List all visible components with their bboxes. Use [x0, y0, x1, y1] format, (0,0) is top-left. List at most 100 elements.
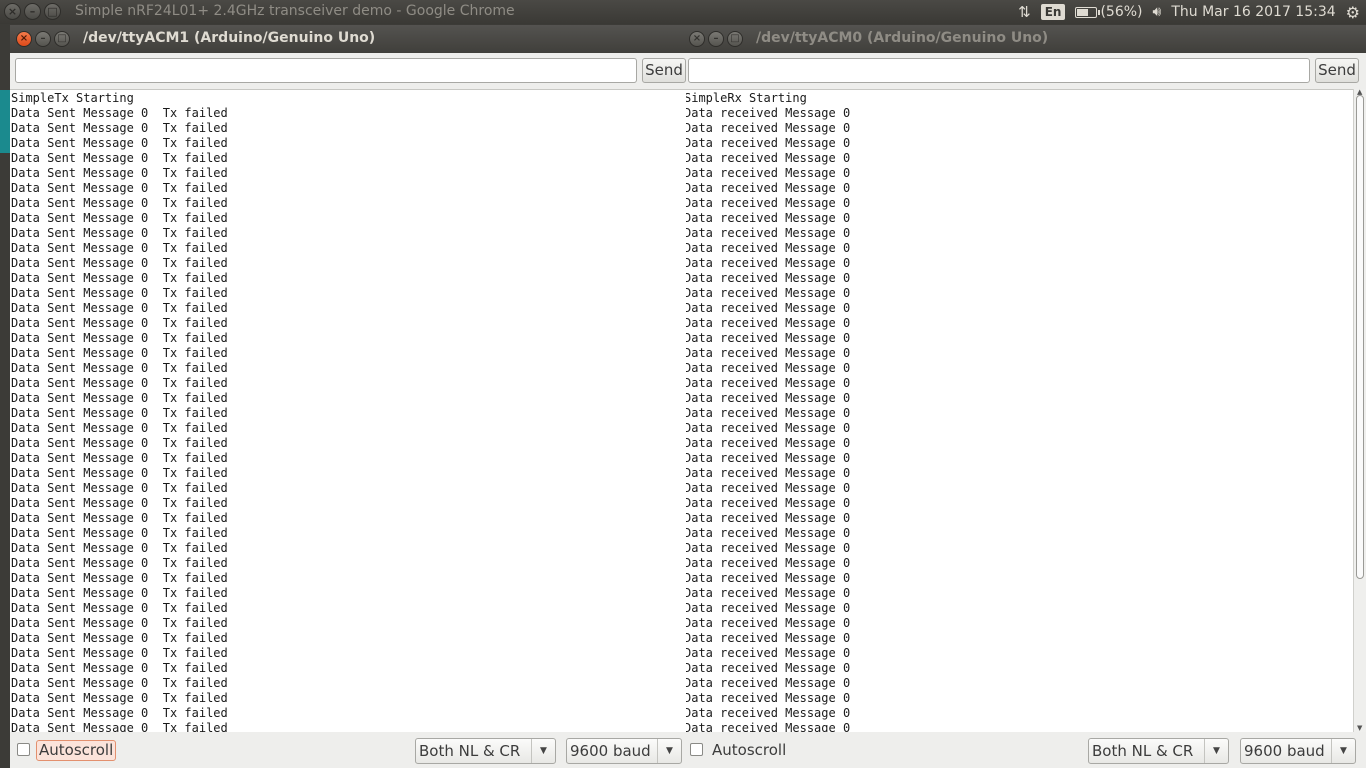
output-line: Data Sent Message 0 Tx failed — [11, 466, 228, 480]
speaker-icon[interactable]: 🔊︎ — [1153, 4, 1162, 20]
output-line: Data received Message 0 — [684, 121, 851, 135]
chevron-down-icon: ▼ — [1331, 739, 1355, 763]
output-line: Data Sent Message 0 Tx failed — [11, 451, 228, 465]
output-line: Data received Message 0 — [684, 196, 851, 210]
gear-icon[interactable]: ⚙ — [1346, 3, 1360, 22]
output-line: Data Sent Message 0 Tx failed — [11, 196, 228, 210]
output-line: Data received Message 0 — [684, 526, 851, 540]
autoscroll-checkbox[interactable] — [17, 743, 30, 756]
line-ending-value: Both NL & CR — [419, 742, 521, 760]
autoscroll-label[interactable]: Autoscroll — [709, 740, 789, 761]
output-line: Data Sent Message 0 Tx failed — [11, 481, 228, 495]
battery-percent-label: (56%) — [1100, 4, 1143, 20]
send-row: Send — [683, 55, 1366, 85]
maximize-icon[interactable]: □ — [727, 31, 743, 47]
vertical-scrollbar[interactable]: ▲ ▼ — [1353, 88, 1366, 732]
output-line: Data received Message 0 — [684, 421, 851, 435]
autoscroll-label[interactable]: Autoscroll — [36, 740, 117, 761]
minimize-icon[interactable]: – — [708, 31, 724, 47]
network-arrows-icon[interactable]: ⇅ — [1018, 3, 1031, 21]
output-line: Data Sent Message 0 Tx failed — [11, 226, 228, 240]
output-line: Data received Message 0 — [684, 376, 851, 390]
output-line: Data received Message 0 — [684, 391, 851, 405]
output-line: Data Sent Message 0 Tx failed — [11, 391, 228, 405]
output-line: Data Sent Message 0 Tx failed — [11, 376, 228, 390]
output-line: Data Sent Message 0 Tx failed — [11, 331, 228, 345]
output-line: Data Sent Message 0 Tx failed — [11, 706, 228, 720]
output-line: Data Sent Message 0 Tx failed — [11, 166, 228, 180]
window-controls: × – □ — [689, 31, 743, 47]
output-line: Data Sent Message 0 Tx failed — [11, 496, 228, 510]
keyboard-language-indicator[interactable]: En — [1040, 4, 1066, 20]
system-top-bar: × – □ Simple nRF24L01+ 2.4GHz transceive… — [0, 0, 1366, 24]
output-line: Data received Message 0 — [684, 616, 851, 630]
output-line: Data received Message 0 — [684, 136, 851, 150]
output-line: Data received Message 0 — [684, 631, 851, 645]
close-icon[interactable]: × — [16, 31, 32, 47]
output-line: Data Sent Message 0 Tx failed — [11, 691, 228, 705]
output-line: Data received Message 0 — [684, 271, 851, 285]
chevron-down-icon: ▼ — [531, 739, 555, 763]
output-line: Data Sent Message 0 Tx failed — [11, 586, 228, 600]
output-line: Data Sent Message 0 Tx failed — [11, 241, 228, 255]
close-icon[interactable]: × — [4, 3, 21, 20]
output-line: Data Sent Message 0 Tx failed — [11, 421, 228, 435]
output-line: Data received Message 0 — [684, 181, 851, 195]
output-line: Data received Message 0 — [684, 316, 851, 330]
output-line: Data Sent Message 0 Tx failed — [11, 181, 228, 195]
system-tray: ⇅ En (56%) 🔊︎ Thu Mar 16 2017 15:34 ⚙ — [1018, 2, 1360, 22]
output-line: Data Sent Message 0 Tx failed — [11, 436, 228, 450]
output-line: Data Sent Message 0 Tx failed — [11, 511, 228, 525]
scroll-down-icon[interactable]: ▼ — [1357, 724, 1362, 732]
maximize-icon[interactable]: □ — [44, 3, 61, 20]
output-line: Data received Message 0 — [684, 496, 851, 510]
serial-monitor-acm0: × – □ /dev/ttyACM0 (Arduino/Genuino Uno)… — [683, 25, 1366, 768]
baud-rate-value: 9600 baud — [1244, 742, 1325, 760]
output-line: Data Sent Message 0 Tx failed — [11, 346, 228, 360]
output-line: Data Sent Message 0 Tx failed — [11, 721, 228, 732]
output-line: Data received Message 0 — [684, 586, 851, 600]
line-ending-select[interactable]: Both NL & CR ▼ — [1088, 738, 1229, 764]
window-titlebar[interactable]: × – □ /dev/ttyACM0 (Arduino/Genuino Uno) — [683, 25, 1366, 53]
serial-monitor-acm1: × – □ /dev/ttyACM1 (Arduino/Genuino Uno)… — [10, 25, 686, 768]
output-line: Data received Message 0 — [684, 331, 851, 345]
baud-rate-select[interactable]: 9600 baud ▼ — [1240, 738, 1356, 764]
output-line: SimpleRx Starting — [684, 91, 807, 105]
output-line: Data received Message 0 — [684, 151, 851, 165]
bottom-bar: Autoscroll Both NL & CR ▼ 9600 baud ▼ — [10, 735, 686, 768]
line-ending-select[interactable]: Both NL & CR ▼ — [415, 738, 556, 764]
output-line: Data Sent Message 0 Tx failed — [11, 286, 228, 300]
autoscroll-checkbox[interactable] — [690, 743, 703, 756]
window-title: /dev/ttyACM1 (Arduino/Genuino Uno) — [83, 30, 376, 46]
output-line: Data received Message 0 — [684, 511, 851, 525]
output-line: Data received Message 0 — [684, 691, 851, 705]
output-line: Data Sent Message 0 Tx failed — [11, 256, 228, 270]
serial-output[interactable]: SimpleTx Starting Data Sent Message 0 Tx … — [10, 89, 686, 732]
baud-rate-select[interactable]: 9600 baud ▼ — [566, 738, 682, 764]
close-icon[interactable]: × — [689, 31, 705, 47]
battery-indicator[interactable]: (56%) — [1075, 4, 1143, 20]
maximize-icon[interactable]: □ — [54, 31, 70, 47]
output-line: Data Sent Message 0 Tx failed — [11, 601, 228, 615]
send-button[interactable]: Send — [642, 58, 686, 83]
output-line: Data Sent Message 0 Tx failed — [11, 556, 228, 570]
serial-output[interactable]: SimpleRx Starting Data received Message 0… — [683, 89, 1353, 732]
output-line: Data Sent Message 0 Tx failed — [11, 526, 228, 540]
send-button[interactable]: Send — [1315, 58, 1359, 83]
clock[interactable]: Thu Mar 16 2017 15:34 — [1171, 4, 1335, 20]
minimize-icon[interactable]: – — [35, 31, 51, 47]
output-line: Data Sent Message 0 Tx failed — [11, 301, 228, 315]
send-input[interactable] — [688, 58, 1310, 83]
window-controls: × – □ — [16, 31, 70, 47]
bottom-bar: Autoscroll Both NL & CR ▼ 9600 baud ▼ — [683, 735, 1366, 768]
minimize-icon[interactable]: – — [24, 3, 41, 20]
output-line: Data received Message 0 — [684, 286, 851, 300]
output-line: Data received Message 0 — [684, 646, 851, 660]
window-titlebar[interactable]: × – □ /dev/ttyACM1 (Arduino/Genuino Uno) — [10, 25, 686, 53]
output-line: Data Sent Message 0 Tx failed — [11, 676, 228, 690]
send-input[interactable] — [15, 58, 637, 83]
line-ending-value: Both NL & CR — [1092, 742, 1194, 760]
output-line: Data received Message 0 — [684, 361, 851, 375]
output-line: SimpleTx Starting — [11, 91, 134, 105]
scrollbar-thumb[interactable] — [1356, 95, 1364, 579]
